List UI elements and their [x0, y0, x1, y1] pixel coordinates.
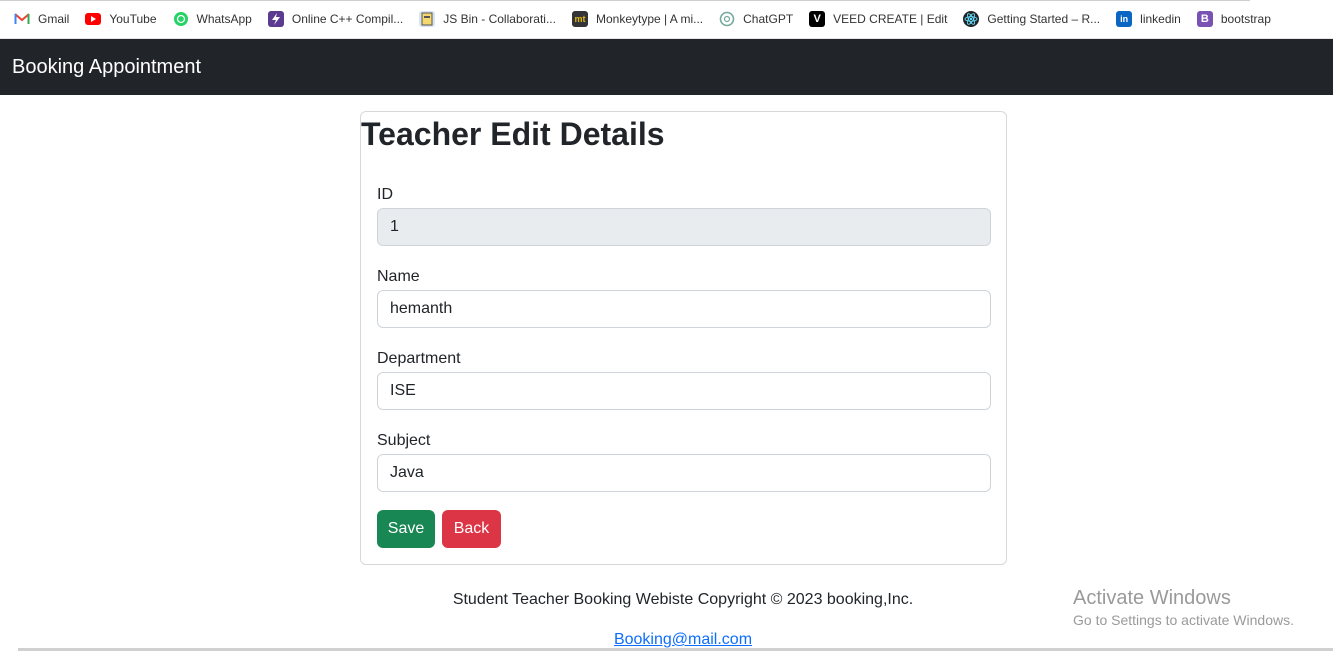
id-field-group: ID 1	[377, 186, 991, 246]
bookmark-gmail[interactable]: Gmail	[14, 7, 69, 31]
name-label: Name	[377, 268, 420, 285]
bookmark-veed[interactable]: V VEED CREATE | Edit	[809, 7, 947, 31]
bookmark-online-cpp[interactable]: Online C++ Compil...	[267, 7, 404, 31]
page-title: Teacher Edit Details	[361, 116, 665, 152]
department-input[interactable]: ISE	[377, 372, 991, 410]
bookmark-bootstrap[interactable]: B bootstrap	[1196, 7, 1271, 31]
bookmark-jsbin[interactable]: JS Bin - Collaborati...	[419, 7, 556, 31]
bookmark-label: WhatsApp	[196, 12, 252, 26]
watermark-subtitle: Go to Settings to activate Windows.	[1073, 612, 1294, 628]
youtube-icon	[85, 11, 102, 27]
bookmark-chatgpt[interactable]: ChatGPT	[719, 7, 793, 31]
navbar: Booking Appointment	[0, 39, 1333, 95]
whatsapp-icon	[173, 11, 189, 27]
id-label: ID	[377, 186, 393, 203]
department-label: Department	[377, 350, 461, 367]
name-field-group: Name hemanth	[377, 268, 991, 328]
bookmark-youtube[interactable]: YouTube	[85, 7, 157, 31]
bookmark-whatsapp[interactable]: WhatsApp	[173, 7, 252, 31]
save-button[interactable]: Save	[377, 510, 435, 548]
bookmark-label: JS Bin - Collaborati...	[443, 12, 556, 26]
bookmark-label: Online C++ Compil...	[291, 12, 404, 26]
footer-email-text[interactable]: Booking@mail.com	[614, 631, 752, 648]
chatgpt-icon	[719, 11, 735, 27]
bookmark-monkeytype[interactable]: mt Monkeytype | A mi...	[571, 7, 704, 31]
linkedin-icon: in	[1116, 11, 1133, 27]
subject-field-group: Subject Java	[377, 432, 991, 492]
react-icon	[963, 11, 980, 27]
subject-input[interactable]: Java	[377, 454, 991, 492]
bookmark-label: VEED CREATE | Edit	[833, 12, 948, 26]
lightning-icon	[267, 11, 284, 27]
footer-email-link[interactable]: Booking@mail.com	[0, 631, 1333, 649]
gmail-icon	[14, 11, 30, 27]
bookmarks-bar: Gmail YouTube WhatsApp Online C++ Compil…	[0, 0, 1333, 39]
bookmark-label: Gmail	[38, 12, 70, 26]
bookmark-label: linkedin	[1140, 12, 1181, 26]
bookmark-label: Getting Started – R...	[987, 12, 1101, 26]
veed-icon: V	[809, 11, 826, 27]
bookmark-label: bootstrap	[1220, 12, 1271, 26]
windows-activation-watermark: Activate Windows Go to Settings to activ…	[1073, 587, 1294, 628]
bootstrap-icon: B	[1196, 11, 1213, 27]
bookmark-react[interactable]: Getting Started – R...	[963, 7, 1100, 31]
bookmarks-divider	[0, 0, 1250, 1]
department-field-group: Department ISE	[377, 350, 991, 410]
monkeytype-icon: mt	[571, 11, 588, 27]
edit-form-card: Teacher Edit Details ID 1 Name hemanth D…	[360, 111, 1007, 565]
bookmark-linkedin[interactable]: in linkedin	[1116, 7, 1181, 31]
bookmark-label: Monkeytype | A mi...	[595, 12, 704, 26]
navbar-brand[interactable]: Booking Appointment	[12, 56, 201, 79]
back-button[interactable]: Back	[442, 510, 501, 548]
bookmark-label: YouTube	[109, 12, 157, 26]
id-input: 1	[377, 208, 991, 246]
subject-label: Subject	[377, 432, 431, 449]
watermark-title: Activate Windows	[1073, 587, 1231, 609]
bookmark-label: ChatGPT	[743, 12, 794, 26]
jsbin-icon	[419, 11, 436, 27]
name-input[interactable]: hemanth	[377, 290, 991, 328]
